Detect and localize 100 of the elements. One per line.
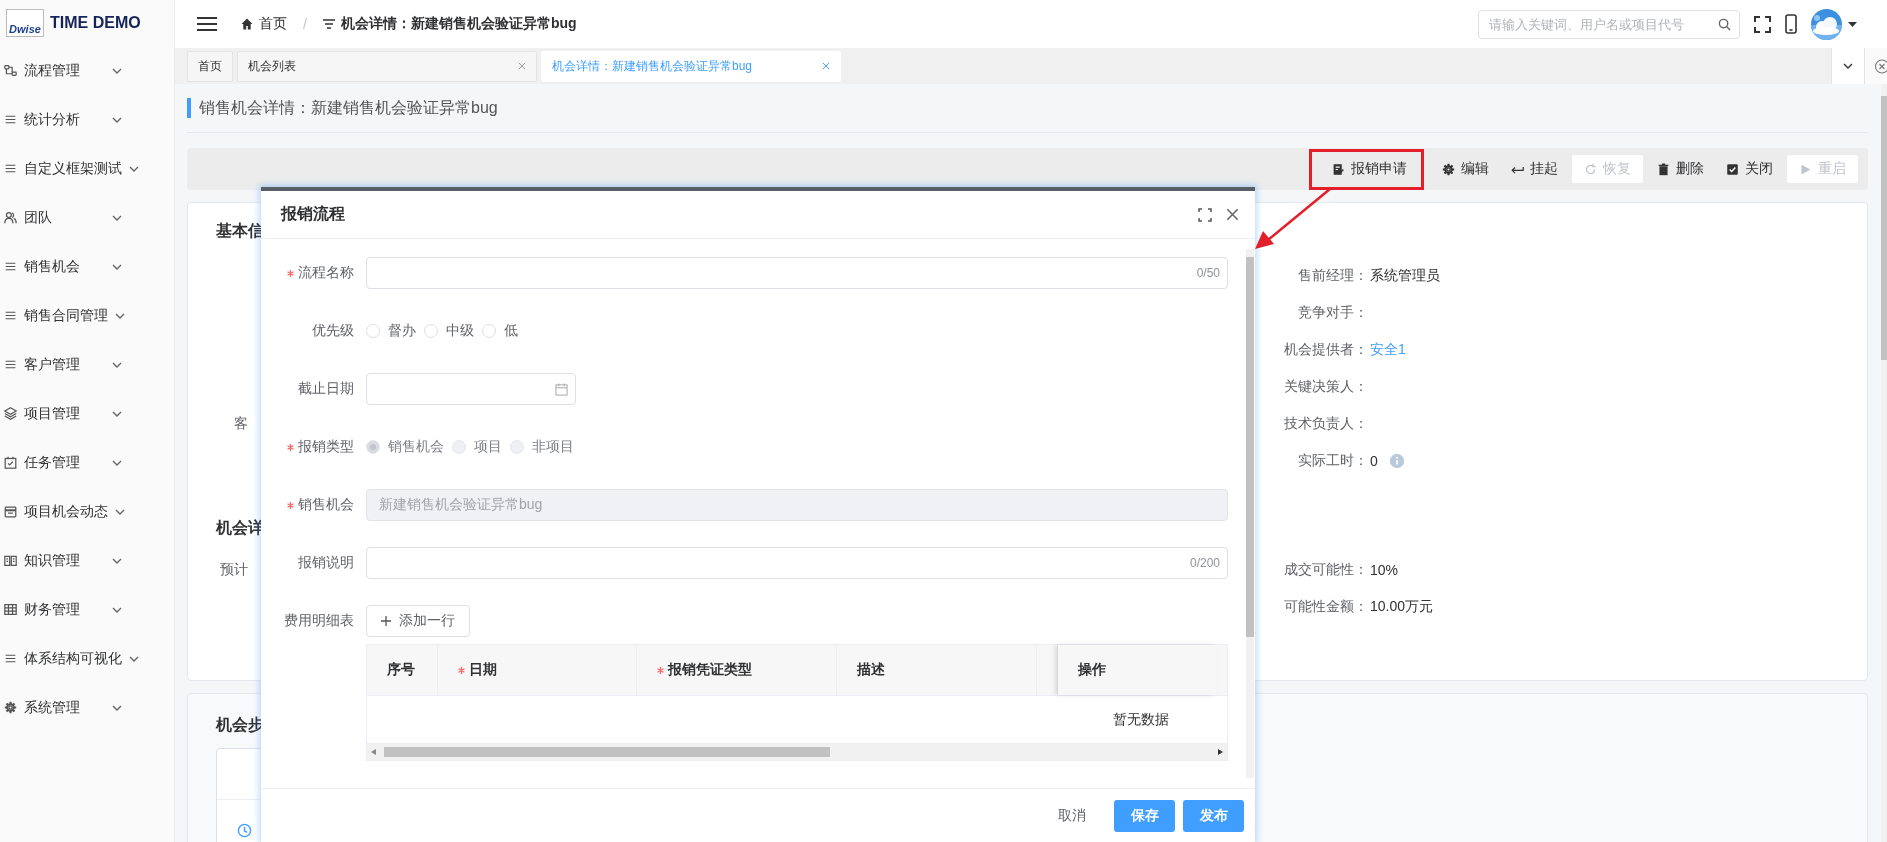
close-button[interactable] xyxy=(1226,208,1239,221)
radio-button[interactable] xyxy=(482,324,496,338)
scrollbar[interactable] xyxy=(1881,84,1887,842)
sidebar-item[interactable]: 知识管理 xyxy=(0,536,174,585)
gear-icon xyxy=(1442,162,1455,176)
field-label: 关键决策人： xyxy=(1283,377,1368,396)
filter-icon xyxy=(322,19,335,29)
page-title: 销售机会详情：新建销售机会验证异常bug xyxy=(199,97,498,118)
char-counter: 0/50 xyxy=(1196,266,1220,280)
calendar-icon xyxy=(4,505,17,518)
breadcrumb-separator: / xyxy=(303,16,307,32)
chevron-down-icon xyxy=(1843,63,1853,69)
search-field[interactable]: 请输入关键词、用户名或项目代号 xyxy=(1478,9,1740,39)
info-icon[interactable] xyxy=(1389,453,1404,468)
close-icon[interactable] xyxy=(518,62,526,70)
chevron-down-icon xyxy=(115,312,125,319)
chevron-down-icon xyxy=(129,165,139,172)
radio-button[interactable] xyxy=(366,324,380,338)
form-label: 费用明细表 xyxy=(284,612,354,630)
menu-icon[interactable] xyxy=(197,17,217,31)
home-icon xyxy=(241,18,253,30)
scrollbar[interactable] xyxy=(367,743,1227,760)
field-label: 售前经理： xyxy=(1297,266,1368,285)
field-label: 机会提供者： xyxy=(1283,340,1368,359)
sidebar-item[interactable]: 财务管理 xyxy=(0,585,174,634)
chevron-down-icon xyxy=(129,655,139,662)
close-icon[interactable] xyxy=(822,62,830,70)
gear-icon xyxy=(4,701,17,714)
chevron-down-icon xyxy=(112,67,122,74)
sidebar-item[interactable]: 统计分析 xyxy=(0,95,174,144)
sidebar-item[interactable]: 销售合同管理 xyxy=(0,291,174,340)
column-header: 日期 xyxy=(469,661,497,679)
option-label[interactable]: 中级 xyxy=(446,322,474,340)
tabs-menu-button[interactable] xyxy=(1831,48,1864,84)
toolbar-button[interactable]: 关闭 xyxy=(1718,155,1781,183)
sidebar-item[interactable]: 项目机会动态 xyxy=(0,487,174,536)
people-icon xyxy=(4,211,17,224)
column-header: 描述 xyxy=(857,661,885,679)
title-accent-bar xyxy=(187,98,191,118)
toolbar-button[interactable]: 报销申请 xyxy=(1309,148,1424,190)
field-label: 可能性金额： xyxy=(1283,597,1368,616)
menu-icon xyxy=(4,113,17,126)
grid-icon xyxy=(4,603,17,616)
fullscreen-icon[interactable] xyxy=(1754,15,1771,33)
trash-icon xyxy=(1657,162,1670,176)
toolbar-button[interactable]: 编辑 xyxy=(1434,155,1497,183)
input-field[interactable] xyxy=(366,547,1228,579)
input-field[interactable] xyxy=(366,257,1228,289)
close-all-icon[interactable] xyxy=(1872,58,1887,74)
add-row-button[interactable]: 添加一行 xyxy=(366,605,470,637)
sidebar-item[interactable]: 销售机会 xyxy=(0,242,174,291)
sidebar-item[interactable]: 体系结构可视化 xyxy=(0,634,174,683)
option-label[interactable]: 低 xyxy=(504,322,518,340)
breadcrumb-item[interactable]: 机会详情：新建销售机会验证异常bug xyxy=(340,15,577,33)
menu-icon xyxy=(4,162,17,175)
toolbar-button[interactable]: 挂起 xyxy=(1503,155,1566,183)
sidebar-item[interactable]: 自定义框架测试 xyxy=(0,144,174,193)
breadcrumb-item[interactable]: 首页 xyxy=(259,15,287,33)
fullscreen-icon xyxy=(1198,207,1212,222)
chevron-down-icon xyxy=(112,557,122,564)
clock-icon xyxy=(237,822,252,838)
edit-icon xyxy=(1332,162,1345,176)
scroll-right-icon[interactable] xyxy=(1218,749,1223,755)
radio-button[interactable] xyxy=(424,324,438,338)
menu-icon xyxy=(4,260,17,273)
calendar-icon xyxy=(555,382,568,396)
date-field[interactable] xyxy=(366,373,576,405)
column-header: 操作 xyxy=(1078,661,1106,679)
layers-icon xyxy=(4,407,17,420)
sidebar-item[interactable]: 客户管理 xyxy=(0,340,174,389)
refresh-icon xyxy=(1584,162,1597,176)
phone-icon[interactable] xyxy=(1785,14,1797,34)
search-icon xyxy=(1718,17,1731,31)
required-icon xyxy=(657,666,664,674)
maximize-button[interactable] xyxy=(1198,207,1212,222)
sidebar-item[interactable]: 项目管理 xyxy=(0,389,174,438)
form-label: 销售机会 xyxy=(298,496,354,514)
tab[interactable]: 首页 xyxy=(187,50,233,82)
menu-icon xyxy=(4,358,17,371)
sidebar-item[interactable]: 任务管理 xyxy=(0,438,174,487)
scrollbar[interactable] xyxy=(1246,249,1254,778)
required-icon xyxy=(287,443,294,451)
sidebar-item[interactable]: 系统管理 xyxy=(0,683,174,732)
toolbar-button[interactable]: 删除 xyxy=(1649,155,1712,183)
scroll-left-icon[interactable] xyxy=(371,749,376,755)
caret-down-icon[interactable] xyxy=(1848,21,1857,27)
field-label: 竞争对手： xyxy=(1297,303,1368,322)
option-label[interactable]: 督办 xyxy=(388,322,416,340)
sidebar-item[interactable]: 团队 xyxy=(0,193,174,242)
task-icon xyxy=(4,456,17,469)
play-icon xyxy=(1799,162,1812,176)
dialog-title: 报销流程 xyxy=(281,204,345,224)
logo: Dwise xyxy=(6,9,44,37)
tab[interactable]: 机会列表 xyxy=(237,50,537,82)
app-title: TIME DEMO xyxy=(50,14,141,32)
sidebar-item[interactable]: 流程管理 xyxy=(0,46,174,95)
form-label: 优先级 xyxy=(312,322,354,340)
chevron-down-icon xyxy=(112,606,122,613)
field-value: 10.00万元 xyxy=(1370,597,1434,616)
checkbox-icon xyxy=(1726,162,1739,176)
